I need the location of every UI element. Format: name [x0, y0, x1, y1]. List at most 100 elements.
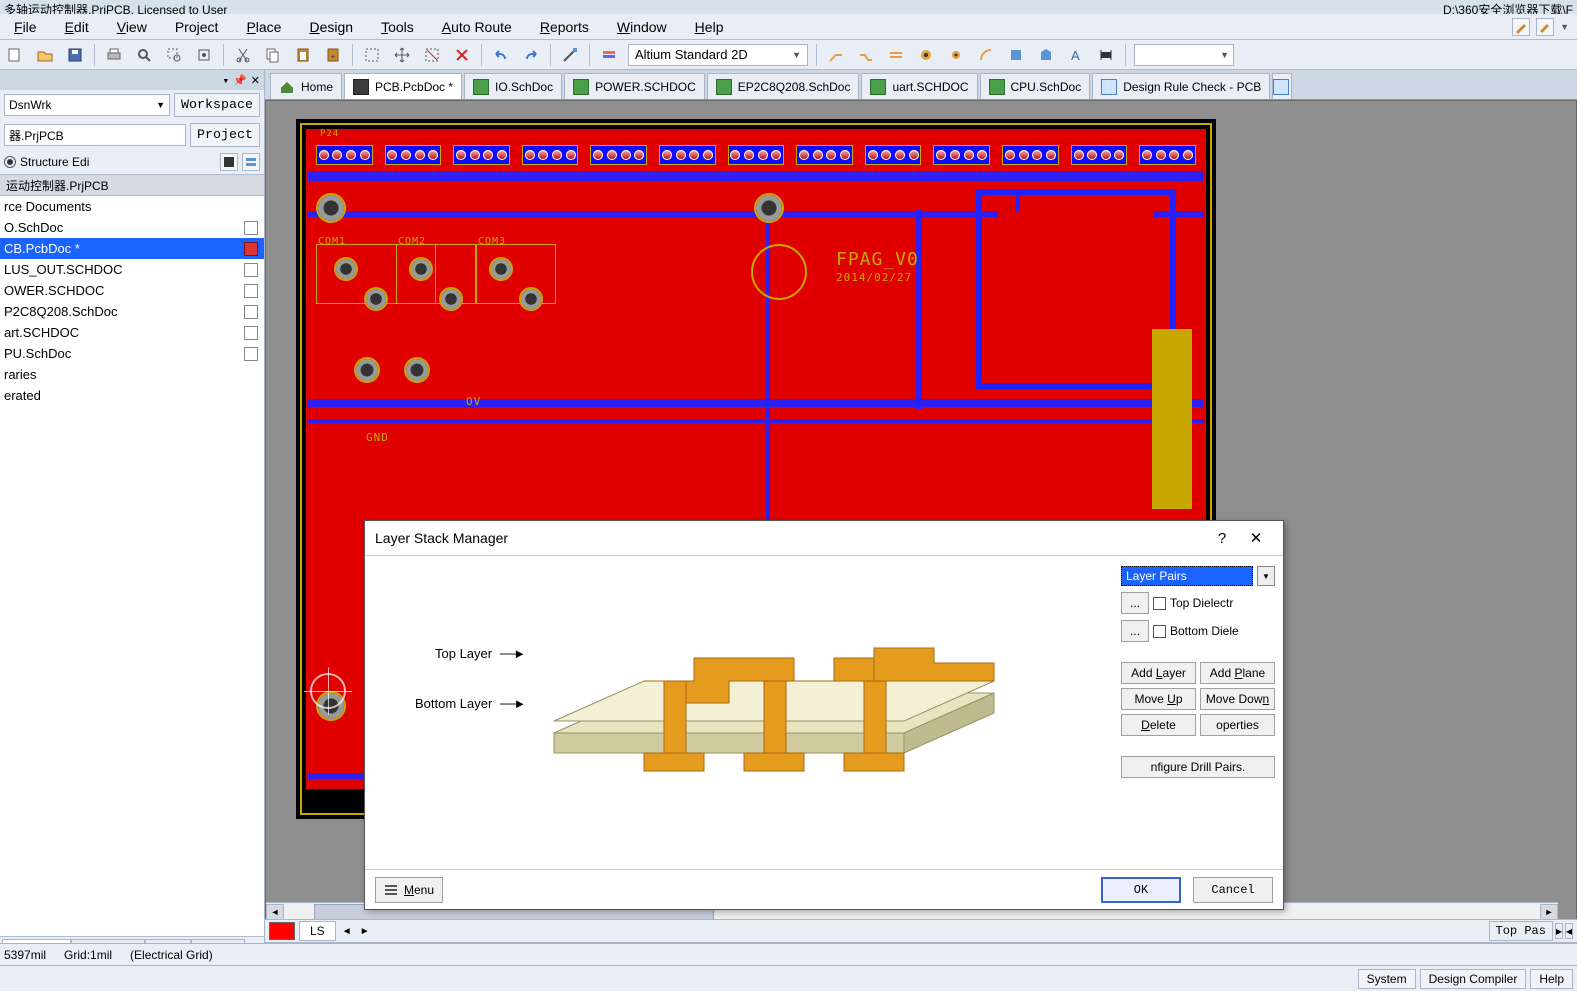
move-down-button[interactable]: Move Down [1200, 688, 1275, 710]
tree-item-generated[interactable]: erated [0, 385, 264, 406]
zoom-area-icon[interactable] [161, 42, 187, 68]
tab-drc[interactable]: Design Rule Check - PCB [1092, 73, 1270, 99]
menu-place[interactable]: Place [232, 15, 295, 39]
panel-close-icon[interactable]: ✕ [251, 74, 260, 87]
workspace-button[interactable]: Workspace [174, 93, 260, 117]
tree-item-source-documents[interactable]: rce Documents [0, 196, 264, 217]
filter-input[interactable]: ▼ [1134, 44, 1234, 66]
board-layers-icon[interactable] [596, 42, 622, 68]
menu-project[interactable]: Project [161, 15, 233, 39]
select-rect-icon[interactable] [359, 42, 385, 68]
view-mode-dropdown[interactable]: Altium Standard 2D ▼ [628, 44, 808, 66]
tree-item-plus-out[interactable]: LUS_OUT.SCHDOC [0, 259, 264, 280]
deselect-icon[interactable] [419, 42, 445, 68]
string-icon[interactable]: A [1063, 42, 1089, 68]
layer-tab-ls[interactable]: LS [299, 921, 336, 941]
paste-special-icon[interactable]: + [320, 42, 346, 68]
bottom-dielectric-options[interactable]: ... [1121, 620, 1149, 642]
route-toggle-icon[interactable] [853, 42, 879, 68]
layer-nav2-icon[interactable]: ◂ [1565, 923, 1573, 939]
tree-item-uart[interactable]: art.SCHDOC [0, 322, 264, 343]
via-icon[interactable] [913, 42, 939, 68]
tree-item-power[interactable]: OWER.SCHDOC [0, 280, 264, 301]
print-icon[interactable] [101, 42, 127, 68]
copy-icon[interactable] [260, 42, 286, 68]
layer-tab-prev-icon[interactable]: ◄ [338, 922, 356, 940]
new-icon[interactable] [2, 42, 28, 68]
dialog-titlebar[interactable]: Layer Stack Manager ? ✕ [365, 521, 1283, 555]
route-start-icon[interactable] [823, 42, 849, 68]
pencil-dropdown-icon[interactable] [1512, 18, 1530, 36]
properties-button[interactable]: operties [1200, 714, 1275, 736]
menu-tools[interactable]: Tools [367, 15, 428, 39]
layer-nav-icon[interactable]: ▸ [1555, 923, 1563, 939]
menu-autoroute[interactable]: Auto Route [428, 15, 526, 39]
redo-icon[interactable] [518, 42, 544, 68]
tree-item-ep2c8q208[interactable]: P2C8Q208.SchDoc [0, 301, 264, 322]
zoom-selected-icon[interactable] [191, 42, 217, 68]
menu-help[interactable]: Help [681, 15, 738, 39]
structure-editor-radio[interactable]: Structure Edi [4, 155, 89, 169]
tree-item-io-schdoc[interactable]: O.SchDoc [0, 217, 264, 238]
tab-pcb-pcbdoc[interactable]: PCB.PcbDoc * [344, 73, 462, 99]
add-layer-button[interactable]: Add Layer [1121, 662, 1196, 684]
project-tree-head[interactable]: 运动控制器.PrjPCB [0, 174, 264, 196]
open-icon[interactable] [32, 42, 58, 68]
footer-system[interactable]: System [1358, 969, 1416, 989]
tab-ep2c8q208-schdoc[interactable]: EP2C8Q208.SchDoc [707, 73, 860, 99]
scroll-right-icon[interactable]: ► [1540, 904, 1558, 920]
tab-overflow[interactable] [1272, 73, 1292, 99]
menu-edit[interactable]: Edit [51, 15, 103, 39]
chevron-down-icon[interactable]: ▼ [1257, 566, 1275, 586]
configure-drill-pairs-button[interactable]: nfigure Drill Pairs. [1121, 756, 1275, 778]
ok-button[interactable]: OK [1101, 877, 1181, 903]
save-icon[interactable] [62, 42, 88, 68]
component-icon[interactable] [1093, 42, 1119, 68]
add-plane-button[interactable]: Add Plane [1200, 662, 1275, 684]
menu-file[interactable]: File [0, 15, 51, 39]
footer-help[interactable]: Help [1530, 969, 1573, 989]
footer-design-compiler[interactable]: Design Compiler [1420, 969, 1527, 989]
scroll-left-icon[interactable]: ◄ [266, 904, 284, 920]
menu-view[interactable]: View [103, 15, 161, 39]
layer-tab-top-paste[interactable]: Top Pas [1489, 921, 1553, 941]
move-up-button[interactable]: Move Up [1121, 688, 1196, 710]
menu-design[interactable]: Design [295, 15, 367, 39]
tree-item-libraries[interactable]: raries [0, 364, 264, 385]
cut-icon[interactable] [230, 42, 256, 68]
layer-pairs-selector[interactable]: Layer Pairs [1121, 566, 1253, 586]
fill-icon[interactable] [1003, 42, 1029, 68]
menu-window[interactable]: Window [603, 15, 681, 39]
layer-tab-next-icon[interactable]: ► [356, 922, 374, 940]
dialog-menu-button[interactable]: Menu [375, 877, 443, 903]
tab-cpu-schdoc[interactable]: CPU.SchDoc [980, 73, 1091, 99]
cross-probe-icon[interactable] [557, 42, 583, 68]
tree-item-cpu[interactable]: PU.SchDoc [0, 343, 264, 364]
zoom-fit-icon[interactable] [131, 42, 157, 68]
polygon-icon[interactable] [1033, 42, 1059, 68]
tab-power-schdoc[interactable]: POWER.SCHDOC [564, 73, 705, 99]
menu-reports[interactable]: Reports [526, 15, 603, 39]
top-dielectric-checkbox[interactable] [1153, 597, 1166, 610]
bottom-dielectric-checkbox[interactable] [1153, 625, 1166, 638]
route-diff-icon[interactable] [883, 42, 909, 68]
cancel-button[interactable]: Cancel [1193, 877, 1273, 903]
pencil-small-icon[interactable] [1536, 18, 1554, 36]
project-dropdown[interactable]: 器.PrjPCB [4, 124, 186, 146]
project-button[interactable]: Project [190, 123, 260, 147]
arc-icon[interactable] [973, 42, 999, 68]
via-small-icon[interactable] [943, 42, 969, 68]
move-icon[interactable] [389, 42, 415, 68]
close-icon[interactable]: ✕ [1239, 523, 1273, 553]
project-refresh-icon[interactable] [242, 153, 260, 171]
paste-icon[interactable] [290, 42, 316, 68]
tab-io-schdoc[interactable]: IO.SchDoc [464, 73, 562, 99]
delete-button[interactable]: Delete [1121, 714, 1196, 736]
workspace-dropdown[interactable]: DsnWrk▼ [4, 94, 170, 116]
panel-pin-icon[interactable]: 📌 [233, 74, 247, 87]
layer-color-swatch[interactable] [269, 922, 295, 940]
top-dielectric-options[interactable]: ... [1121, 592, 1149, 614]
tab-uart-schdoc[interactable]: uart.SCHDOC [861, 73, 977, 99]
panel-menu-icon[interactable]: ▾ [222, 74, 229, 87]
undo-icon[interactable] [488, 42, 514, 68]
